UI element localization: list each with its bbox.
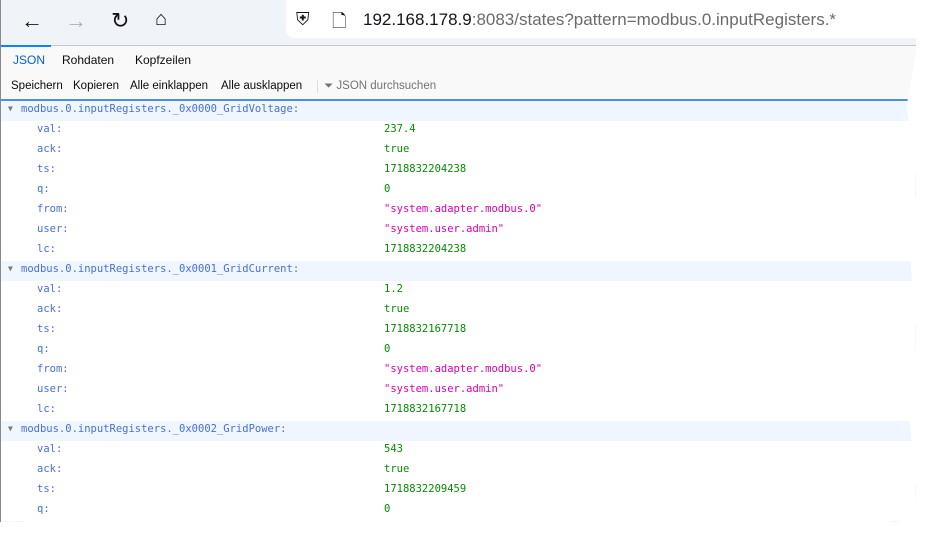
property-key: ack:: [37, 463, 63, 475]
group-key: modbus.0.inputRegisters._0x0002_GridPowe…: [21, 423, 287, 435]
back-icon[interactable]: ←: [21, 8, 43, 34]
property-row: lc: 1718832167718: [1, 401, 916, 421]
property-key: from:: [37, 203, 69, 215]
property-key: user:: [37, 223, 69, 235]
property-value: 1718832209459: [384, 483, 467, 495]
property-row: user: "system.user.admin": [1, 221, 916, 241]
property-row: ts: 1718832167718: [1, 321, 916, 341]
property-key: ts:: [37, 323, 56, 335]
filter-placeholder: JSON durchsuchen: [336, 80, 437, 92]
property-row: from: "system.adapter.modbus.0": [1, 201, 916, 221]
property-row: from: "system.adapter.modbus.0": [1, 521, 916, 522]
navigation-bar: ← → ↻ ⌂ ⛨ 🗋 192.168.178.9:8083/states?pa…: [1, 0, 916, 45]
property-value: true: [384, 303, 410, 315]
filter-icon: ⏷: [324, 80, 334, 92]
property-row: val: 237.4: [1, 121, 916, 141]
property-row: q: 0: [1, 341, 916, 361]
property-value: 543: [384, 443, 403, 455]
property-value: 0: [384, 503, 391, 515]
property-key: ts:: [37, 163, 56, 175]
property-key: lc:: [37, 243, 56, 255]
property-row: q: 0: [1, 501, 916, 521]
property-row: val: 1.2: [1, 281, 916, 301]
filter-input[interactable]: ⏷ JSON durchsuchen: [317, 80, 436, 93]
property-key: ack:: [37, 143, 63, 155]
property-row: ack: true: [1, 301, 916, 321]
property-value: 1718832167718: [384, 323, 467, 335]
property-value: 0: [384, 343, 391, 355]
property-value: true: [384, 143, 410, 155]
property-key: from:: [37, 521, 69, 522]
property-value: "system.adapter.modbus.0": [384, 203, 543, 215]
group-row[interactable]: ▼ modbus.0.inputRegisters._0x0000_GridVol…: [1, 101, 916, 121]
url-bar[interactable]: ⛨ 🗋 192.168.178.9:8083/states?pattern=mo…: [286, 0, 916, 38]
property-value: 237.4: [384, 123, 416, 135]
property-row: lc: 1718832204238: [1, 241, 916, 261]
property-value: "system.user.admin": [384, 383, 505, 395]
tab-kopfzeilen[interactable]: Kopfzeilen: [135, 53, 191, 67]
property-key: val:: [37, 283, 63, 295]
expand-arrow-icon[interactable]: ▼: [8, 101, 13, 117]
group-row[interactable]: ▼ modbus.0.inputRegisters._0x0001_GridCur…: [1, 261, 916, 281]
property-value: 1718832204238: [384, 163, 467, 175]
property-value: 1.2: [384, 283, 403, 295]
group-key: modbus.0.inputRegisters._0x0000_GridVolt…: [21, 103, 300, 115]
expand-arrow-icon[interactable]: ▼: [8, 421, 13, 437]
property-key: val:: [37, 443, 63, 455]
property-row: from: "system.adapter.modbus.0": [1, 361, 916, 381]
tab-json[interactable]: JSON: [13, 53, 45, 67]
property-row: user: "system.user.admin": [1, 381, 916, 401]
tab-rohdaten[interactable]: Rohdaten: [62, 53, 114, 67]
json-toolbar: Speichern Kopieren Alle einklappen Alle …: [1, 74, 916, 101]
forward-icon[interactable]: →: [65, 8, 87, 34]
property-value: "system.adapter.modbus.0": [384, 521, 542, 522]
property-key: lc:: [37, 403, 56, 415]
property-value: 1718832204238: [384, 243, 467, 255]
viewer-tabs: JSON Rohdaten Kopfzeilen: [1, 45, 916, 75]
group-key: modbus.0.inputRegisters._0x0001_GridCurr…: [21, 263, 300, 275]
property-row: q: 0: [1, 181, 916, 201]
home-icon[interactable]: ⌂: [155, 8, 167, 31]
group-row[interactable]: ▼ modbus.0.inputRegisters._0x0002_GridPow…: [1, 421, 916, 441]
url-text[interactable]: 192.168.178.9:8083/states?pattern=modbus…: [363, 10, 836, 30]
browser-window: ← → ↻ ⌂ ⛨ 🗋 192.168.178.9:8083/states?pa…: [0, 0, 916, 522]
property-row: ts: 1718832209459: [1, 481, 916, 501]
collapse-all-button[interactable]: Alle einklappen: [130, 80, 208, 92]
save-button[interactable]: Speichern: [11, 80, 63, 92]
property-key: q:: [37, 503, 50, 515]
active-tab-indicator: [1, 45, 51, 47]
url-host: 192.168.178.9: [363, 10, 472, 29]
property-value: "system.user.admin": [384, 223, 505, 235]
expand-arrow-icon[interactable]: ▼: [8, 261, 13, 277]
property-key: q:: [37, 183, 50, 195]
property-key: val:: [37, 123, 63, 135]
json-tree: ▼ modbus.0.inputRegisters._0x0000_GridVol…: [1, 101, 916, 522]
property-value: "system.adapter.modbus.0": [384, 363, 543, 375]
property-row: ack: true: [1, 141, 916, 161]
property-key: ack:: [37, 303, 63, 315]
property-value: 1718832167718: [384, 403, 467, 415]
property-row: ack: true: [1, 461, 916, 481]
property-value: 0: [384, 183, 391, 195]
property-row: ts: 1718832204238: [1, 161, 916, 181]
property-key: ts:: [37, 483, 56, 495]
reload-icon[interactable]: ↻: [111, 8, 129, 34]
page-icon[interactable]: 🗋: [332, 9, 346, 39]
property-key: user:: [37, 383, 69, 395]
property-value: true: [384, 463, 410, 475]
copy-button[interactable]: Kopieren: [73, 80, 119, 92]
url-path: :8083/states?pattern=modbus.0.inputRegis…: [471, 10, 837, 29]
property-row: val: 543: [1, 441, 916, 461]
property-key: from:: [37, 363, 69, 375]
shield-icon[interactable]: ⛨: [296, 9, 310, 30]
expand-all-button[interactable]: Alle ausklappen: [221, 80, 302, 92]
property-key: q:: [37, 343, 50, 355]
